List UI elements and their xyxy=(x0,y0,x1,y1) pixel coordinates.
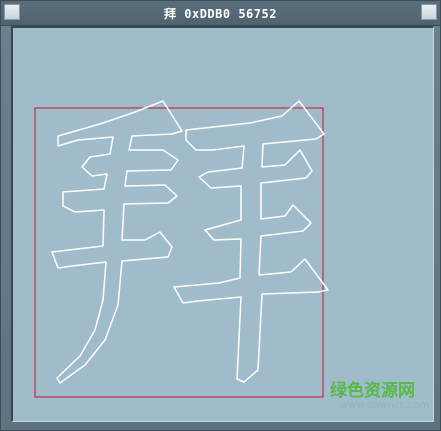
watermark-site-name: 绿色资源网 xyxy=(330,381,415,401)
glyph-bounding-box xyxy=(34,107,324,398)
glyph-outline xyxy=(51,100,329,384)
glyph-outline-drawing xyxy=(34,100,329,398)
glyph-right-component-outline xyxy=(173,100,329,383)
watermark-url: www.downcc.com xyxy=(340,400,430,411)
glyph-left-component-outline xyxy=(51,100,183,384)
